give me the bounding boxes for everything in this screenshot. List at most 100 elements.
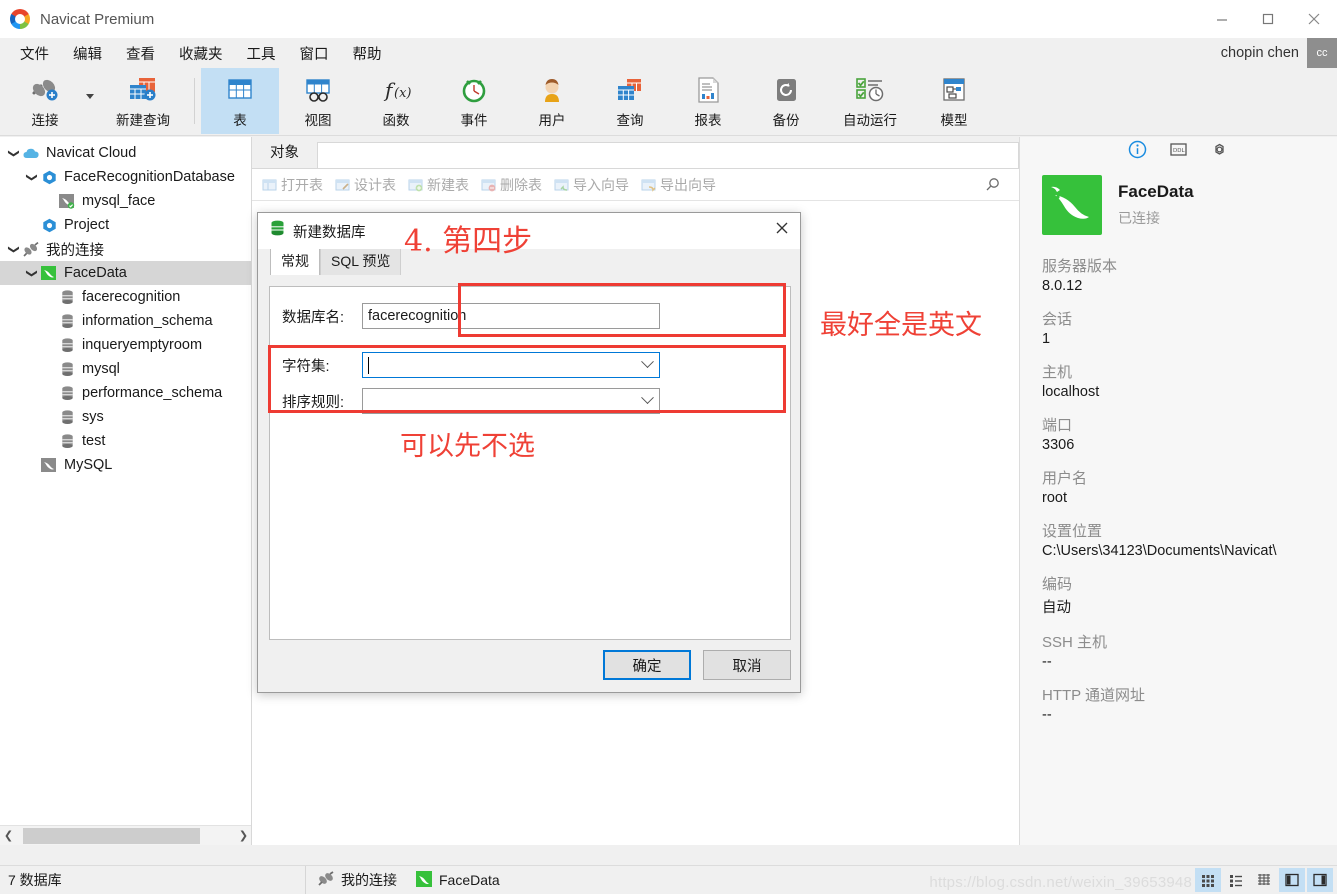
tree-item-project[interactable]: Project <box>0 213 251 237</box>
tree-item-mysql[interactable]: MySQL <box>0 453 251 477</box>
dialog-tab-sql-preview[interactable]: SQL 预览 <box>320 247 401 275</box>
dialog-title: 新建数据库 <box>293 221 366 242</box>
detail-view-icon[interactable] <box>1251 868 1277 892</box>
gear-icon[interactable] <box>1210 140 1229 164</box>
scroll-right-icon[interactable]: ❯ <box>235 829 252 842</box>
panel-right-icon[interactable] <box>1307 868 1333 892</box>
menu-edit[interactable]: 编辑 <box>61 40 114 67</box>
delete-table-button[interactable]: 删除表 <box>477 173 550 197</box>
tree-item-navicat-cloud[interactable]: ❯ Navicat Cloud <box>0 141 251 165</box>
tree-item-inqueryemptyroom[interactable]: inqueryemptyroom <box>0 333 251 357</box>
tree-item-label: MySQL <box>64 457 112 473</box>
mysql-dolphin-icon <box>1042 175 1102 235</box>
tree-item-facedata[interactable]: ❯FaceData <box>0 261 251 285</box>
tree-item-performance-schema[interactable]: performance_schema <box>0 381 251 405</box>
menu-window[interactable]: 窗口 <box>288 40 341 67</box>
tree-item-label: 我的连接 <box>46 239 104 260</box>
charset-row: 字符集: <box>270 350 790 380</box>
event-icon <box>459 73 489 107</box>
delete-table-icon <box>481 178 496 192</box>
new-table-button[interactable]: 新建表 <box>404 173 477 197</box>
ribbon-automation[interactable]: 自动运行 <box>825 68 915 134</box>
design-table-button[interactable]: 设计表 <box>331 173 404 197</box>
info-field: 主机localhost <box>1020 361 1337 400</box>
chevron-down-icon[interactable]: ❯ <box>8 145 21 161</box>
close-icon[interactable] <box>1291 0 1337 38</box>
info-field: 用户名root <box>1020 467 1337 506</box>
database-icon <box>58 337 76 353</box>
database-icon <box>58 289 76 305</box>
close-icon[interactable] <box>774 220 790 241</box>
menu-view[interactable]: 查看 <box>114 40 167 67</box>
ribbon-model[interactable]: 模型 <box>915 68 993 134</box>
panel-left-icon[interactable] <box>1279 868 1305 892</box>
ribbon-query[interactable]: 查询 <box>591 68 669 134</box>
charset-select[interactable] <box>362 352 660 378</box>
info-field-value: 1 <box>1042 331 1315 347</box>
ribbon-user[interactable]: 用户 <box>513 68 591 134</box>
status-view-buttons <box>1195 868 1333 892</box>
ribbon-backup[interactable]: 备份 <box>747 68 825 134</box>
user-area[interactable]: chopin chen cc <box>1221 38 1337 68</box>
connection-tree: ❯Navicat Cloud❯FaceRecognitionDatabasemy… <box>0 137 251 477</box>
tree-item-test[interactable]: test <box>0 429 251 453</box>
chevron-down-icon[interactable]: ❯ <box>8 241 21 257</box>
status-connection: 我的连接 FaceData <box>306 870 500 890</box>
menu-favorites[interactable]: 收藏夹 <box>167 40 235 67</box>
grid-view-icon[interactable] <box>1195 868 1221 892</box>
ok-button[interactable]: 确定 <box>603 650 691 680</box>
ribbon-table[interactable]: 表 <box>201 68 279 134</box>
collation-select[interactable] <box>362 388 660 414</box>
chevron-down-icon[interactable]: ❯ <box>26 169 39 185</box>
tree-item-label: Navicat Cloud <box>46 145 136 161</box>
report-icon <box>693 73 723 107</box>
dialog-tab-general[interactable]: 常规 <box>270 247 320 275</box>
ribbon-function[interactable]: f (x) 函数 <box>357 68 435 134</box>
ribbon-view[interactable]: 视图 <box>279 68 357 134</box>
user-name: chopin chen <box>1221 45 1299 61</box>
tree-item-mysql-face[interactable]: mysql_face <box>0 189 251 213</box>
list-view-icon[interactable] <box>1223 868 1249 892</box>
info-field-label: 端口 <box>1042 414 1315 435</box>
ddl-icon[interactable]: DDL <box>1169 140 1188 164</box>
scroll-left-icon[interactable]: ❮ <box>0 829 17 842</box>
tree-item-mysql[interactable]: mysql <box>0 357 251 381</box>
import-wizard-button[interactable]: 导入向导 <box>550 173 637 197</box>
chevron-down-icon[interactable] <box>641 355 654 368</box>
minimize-icon[interactable] <box>1199 0 1245 38</box>
chevron-down-icon[interactable]: ❯ <box>26 265 39 281</box>
export-wizard-icon <box>641 178 656 192</box>
tree-item-facerecognition[interactable]: facerecognition <box>0 285 251 309</box>
sidebar-hscrollbar[interactable]: ❮ ❯ <box>0 825 252 845</box>
ribbon-event[interactable]: 事件 <box>435 68 513 134</box>
ribbon-new-query[interactable]: 新建查询 <box>98 68 188 134</box>
maximize-icon[interactable] <box>1245 0 1291 38</box>
menu-tools[interactable]: 工具 <box>235 40 288 67</box>
open-table-button[interactable]: 打开表 <box>258 173 331 197</box>
ribbon-toolbar: 连接 新建查询 <box>0 68 1337 136</box>
ribbon-connection[interactable]: 连接 <box>6 68 84 134</box>
menu-file[interactable]: 文件 <box>8 40 61 67</box>
cancel-button[interactable]: 取消 <box>703 650 791 680</box>
hscroll-track[interactable] <box>17 827 235 845</box>
tree-item-facerecognitiondatabase[interactable]: ❯FaceRecognitionDatabase <box>0 165 251 189</box>
export-wizard-button[interactable]: 导出向导 <box>637 173 724 197</box>
ribbon-report[interactable]: 报表 <box>669 68 747 134</box>
connection-dropdown[interactable] <box>84 68 98 134</box>
search-icon[interactable] <box>983 176 1001 199</box>
object-toolbar: 打开表 设计表 新建表 删除表 导入向导 导出向导 <box>252 169 1019 201</box>
tree-item-sys[interactable]: sys <box>0 405 251 429</box>
tree-item-label: sys <box>82 409 104 425</box>
tree-item-label: test <box>82 433 105 449</box>
menu-help[interactable]: 帮助 <box>341 40 394 67</box>
tree-item-information-schema[interactable]: information_schema <box>0 309 251 333</box>
avatar[interactable]: cc <box>1307 38 1337 68</box>
hscroll-thumb[interactable] <box>23 828 200 844</box>
chevron-down-icon[interactable] <box>641 391 654 404</box>
db-name-input[interactable]: facerecognition <box>362 303 660 329</box>
tab-objects[interactable]: 对象 <box>252 136 317 168</box>
info-icon[interactable] <box>1128 140 1147 164</box>
button-label: 导出向导 <box>660 175 716 195</box>
tree-item-[interactable]: ❯ 我的连接 <box>0 237 251 261</box>
info-field-label: 用户名 <box>1042 467 1315 488</box>
